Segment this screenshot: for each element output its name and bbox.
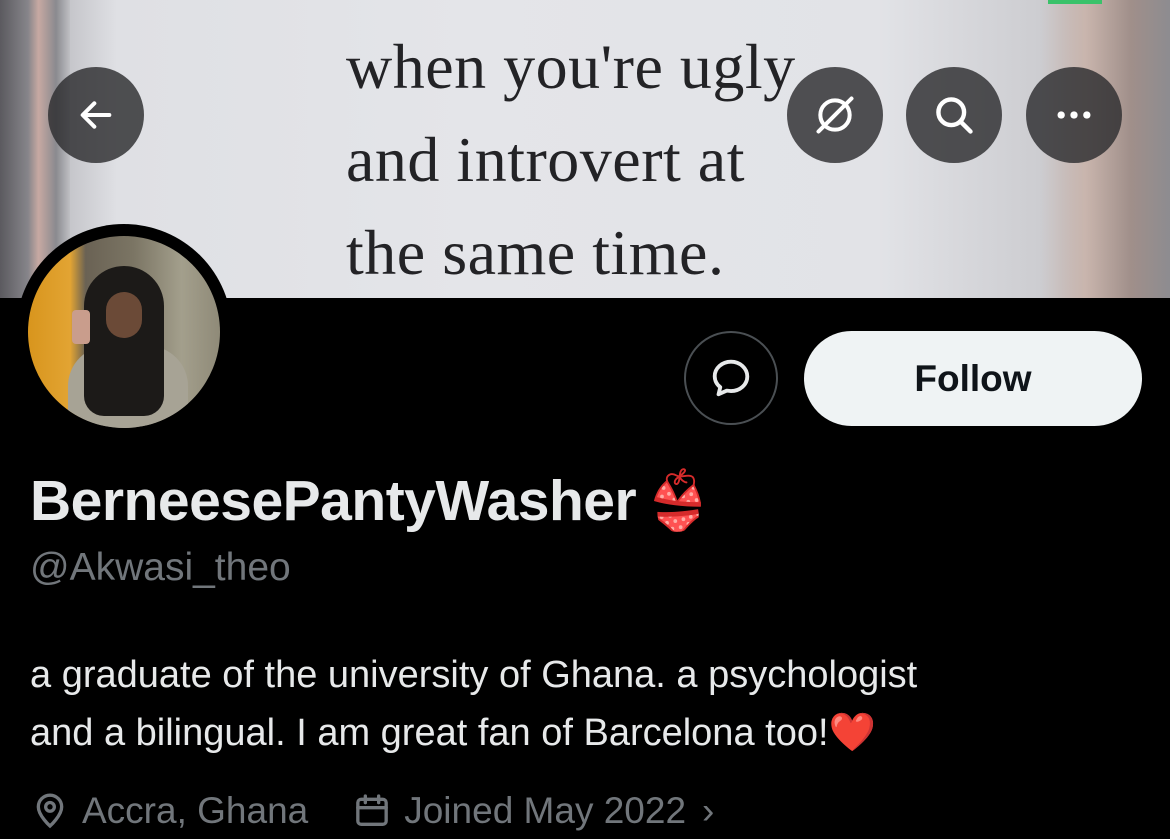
grok-icon xyxy=(816,96,854,134)
join-date-text: Joined May 2022 xyxy=(404,790,687,831)
arrow-left-icon xyxy=(80,101,112,129)
banner-quote-line: when you're ugly xyxy=(346,31,796,102)
avatar-figure-face xyxy=(106,292,142,338)
banner-quote-line: the same time. xyxy=(346,217,725,288)
follow-button[interactable]: Follow xyxy=(804,331,1142,426)
profile-bio: a graduate of the university of Ghana. a… xyxy=(30,646,1140,762)
location-pin-icon xyxy=(36,793,64,829)
bio-line: a graduate of the university of Ghana. a… xyxy=(30,646,1140,704)
avatar-phone xyxy=(72,310,90,344)
join-date[interactable]: Joined May 2022 › xyxy=(352,790,714,832)
avatar-figure-hair xyxy=(84,266,164,416)
bio-line: and a bilingual. I am great fan of Barce… xyxy=(30,704,1140,762)
message-button[interactable] xyxy=(684,331,778,425)
avatar[interactable] xyxy=(28,236,220,428)
banner-accent xyxy=(1048,0,1102,4)
user-handle: @Akwasi_theo xyxy=(30,546,291,589)
message-icon xyxy=(712,359,750,397)
name-emoji: 👙 xyxy=(642,469,713,533)
profile-meta: Accra, Ghana Joined May 2022 › xyxy=(30,786,714,836)
more-icon xyxy=(1057,111,1091,119)
display-name: BerneesePantyWasher 👙 xyxy=(30,467,713,534)
chevron-right-icon: › xyxy=(702,790,715,831)
more-button[interactable] xyxy=(1026,67,1122,163)
banner-quote-line: and introvert at xyxy=(346,124,745,195)
location: Accra, Ghana xyxy=(30,790,308,832)
display-name-text: BerneesePantyWasher xyxy=(30,468,637,533)
bio-emoji: ❤️ xyxy=(828,712,876,754)
calendar-icon xyxy=(356,794,389,826)
search-button[interactable] xyxy=(906,67,1002,163)
banner-quote: when you're ugly and introvert at the sa… xyxy=(346,20,796,298)
search-icon xyxy=(936,97,973,134)
bio-line-text: a graduate of the university of Ghana. a… xyxy=(30,654,918,696)
bio-line-text: and a bilingual. I am great fan of Barce… xyxy=(30,712,829,754)
grok-button[interactable] xyxy=(787,67,883,163)
location-text: Accra, Ghana xyxy=(82,790,309,831)
back-button[interactable] xyxy=(48,67,144,163)
